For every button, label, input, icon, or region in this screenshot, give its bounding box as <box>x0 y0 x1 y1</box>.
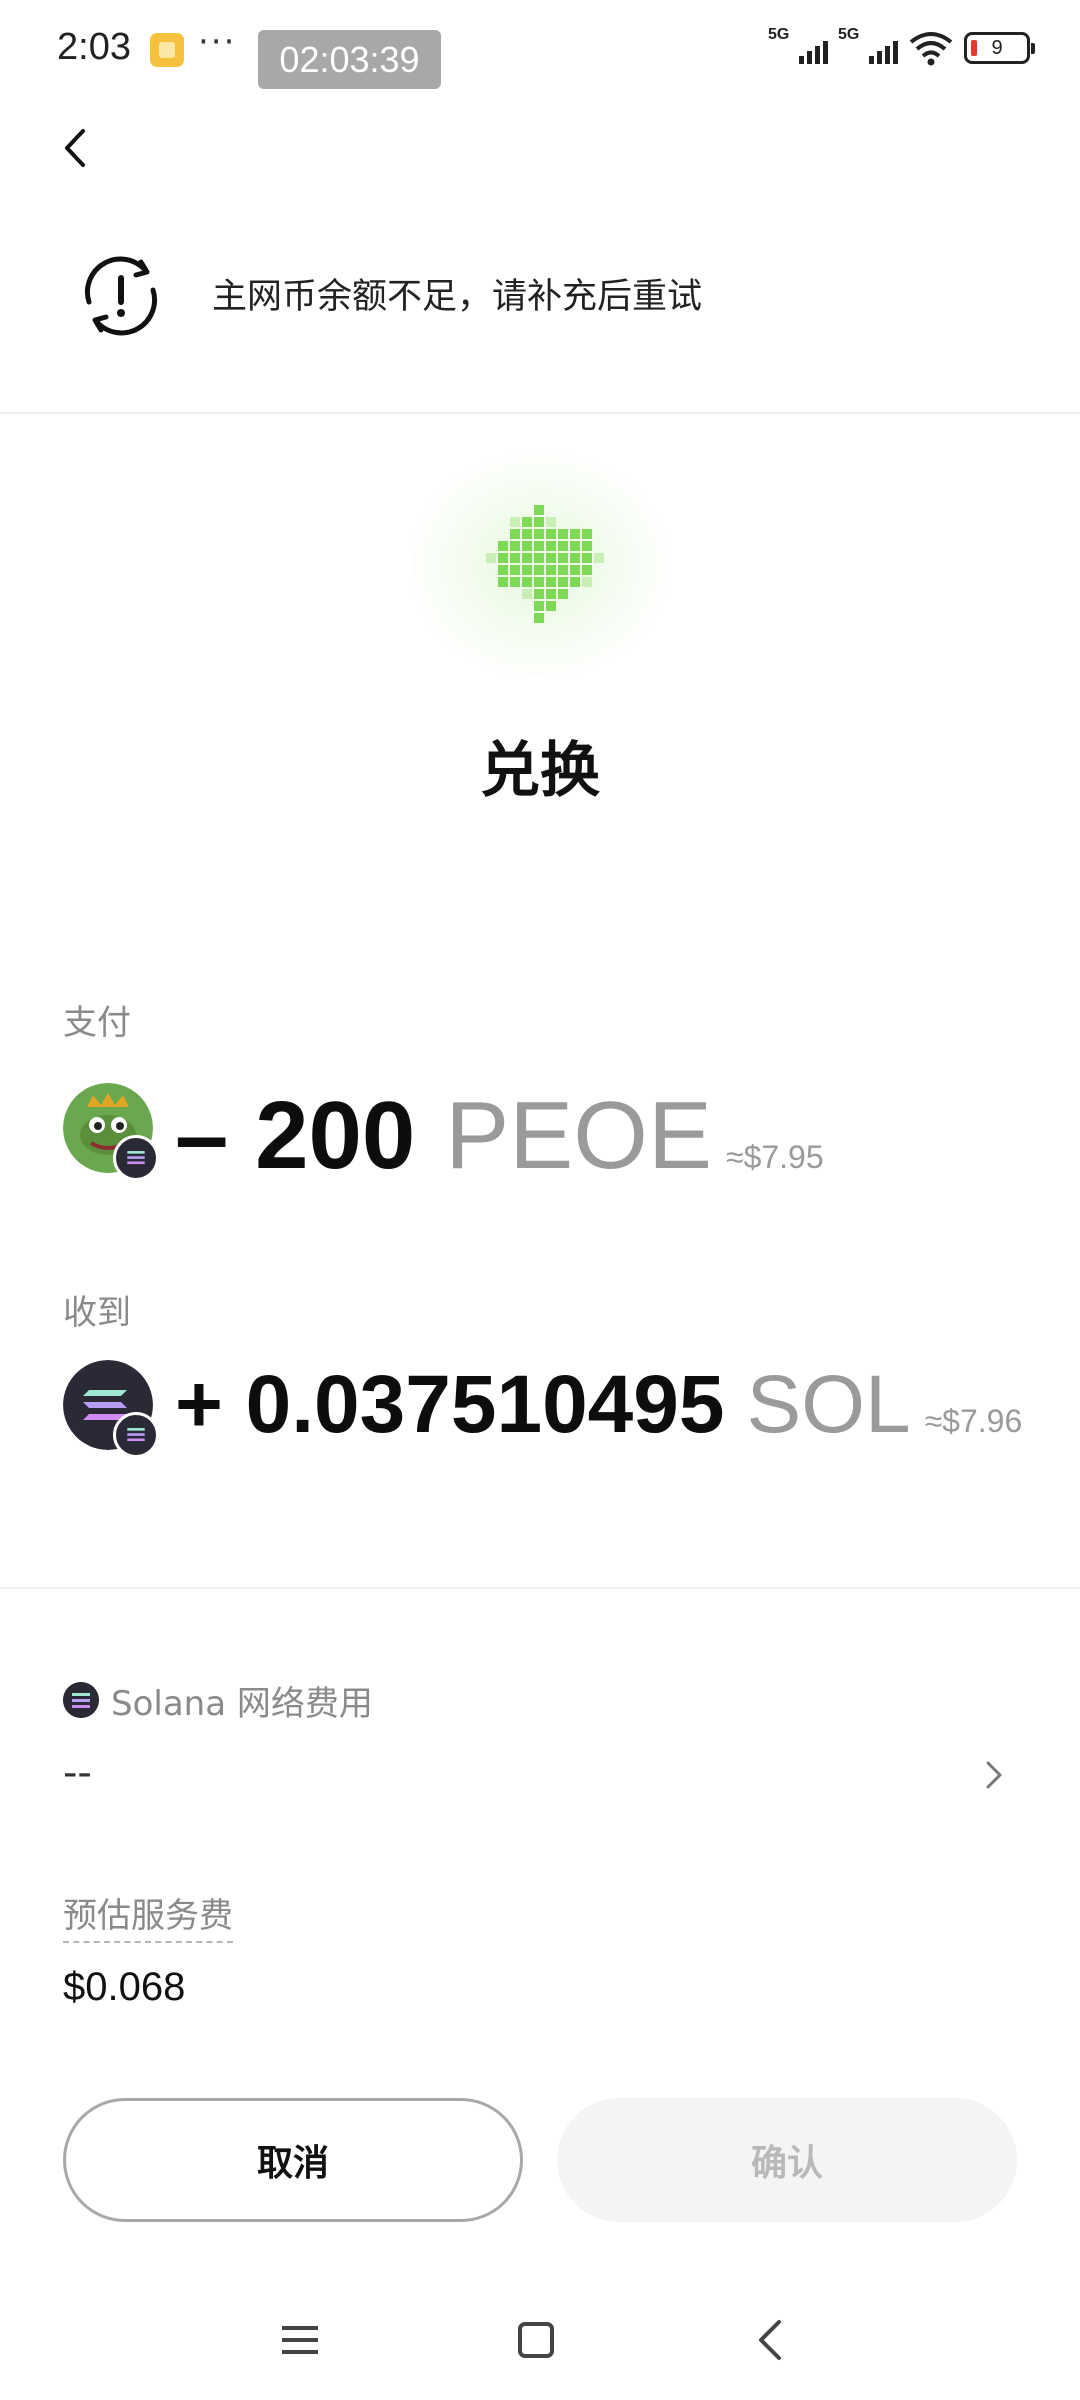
pay-token-symbol: PEOE <box>445 1082 712 1189</box>
receive-label: 收到 <box>63 1293 131 1333</box>
refresh-warning-icon <box>84 256 158 336</box>
swap-icon <box>405 447 675 683</box>
status-indicators: 5G 5G 9 <box>768 26 1035 68</box>
cancel-button[interactable]: 取消 <box>63 2098 523 2222</box>
pay-amount: – 200 PEOE ≈$7.95 <box>175 1081 824 1191</box>
page-title: 兑换 <box>480 736 600 806</box>
signal-5g-icon: 5G <box>768 26 828 68</box>
service-fee-value: $0.068 <box>63 1965 186 2009</box>
home-button[interactable] <box>496 2300 576 2380</box>
divider <box>0 1587 1080 1589</box>
alert-message: 主网币余额不足，请补充后重试 <box>212 277 703 317</box>
service-fee-label[interactable]: 预估服务费 <box>63 1888 233 1943</box>
recents-button[interactable] <box>260 2300 340 2380</box>
pay-token-row: – 200 PEOE ≈$7.95 <box>63 1081 1063 1193</box>
receive-usd-value: ≈$7.96 <box>924 1403 1023 1439</box>
solana-badge-icon <box>113 1135 159 1181</box>
network-fee-expand-button[interactable] <box>978 1755 1008 1795</box>
insufficient-balance-alert: 主网币余额不足，请补充后重试 <box>0 240 1080 350</box>
screen-record-timer: 02:03:39 <box>258 30 441 89</box>
pay-usd-value: ≈$7.95 <box>726 1139 824 1175</box>
menu-icon <box>282 2326 318 2354</box>
back-button[interactable] <box>52 118 98 178</box>
solana-icon <box>63 1682 99 1718</box>
network-fee-label: Solana 网络费用 <box>111 1683 373 1724</box>
receive-amount-value: + 0.037510495 <box>175 1359 725 1450</box>
chevron-right-icon <box>986 1761 1002 1789</box>
pay-amount-value: – 200 <box>175 1082 416 1189</box>
wifi-icon <box>909 32 953 66</box>
home-square-icon <box>518 2322 554 2358</box>
status-time: 2:03 <box>57 26 131 68</box>
pay-label: 支付 <box>63 1003 131 1043</box>
receive-token-symbol: SOL <box>746 1359 911 1450</box>
solana-badge-icon <box>113 1412 159 1458</box>
status-bar: 2:03 ··· 02:03:39 5G 5G 9 <box>0 0 1080 100</box>
network-fee-value: -- <box>63 1750 92 1796</box>
divider <box>0 412 1080 414</box>
system-nav-bar <box>0 2280 1080 2400</box>
back-arrow-icon <box>759 2320 781 2360</box>
battery-icon: 9 <box>964 32 1035 64</box>
receive-amount: + 0.037510495 SOL ≈$7.96 <box>175 1358 1022 1452</box>
network-fee-header: Solana 网络费用 <box>63 1675 373 1725</box>
chevron-left-icon <box>65 129 85 167</box>
notification-icon <box>150 33 184 67</box>
system-back-button[interactable] <box>730 2300 810 2380</box>
confirm-button[interactable]: 确认 <box>557 2098 1017 2222</box>
signal-5g-icon: 5G <box>838 26 898 68</box>
receive-token-row: + 0.037510495 SOL ≈$7.96 <box>63 1358 1063 1470</box>
more-notifications-icon: ··· <box>198 22 237 62</box>
